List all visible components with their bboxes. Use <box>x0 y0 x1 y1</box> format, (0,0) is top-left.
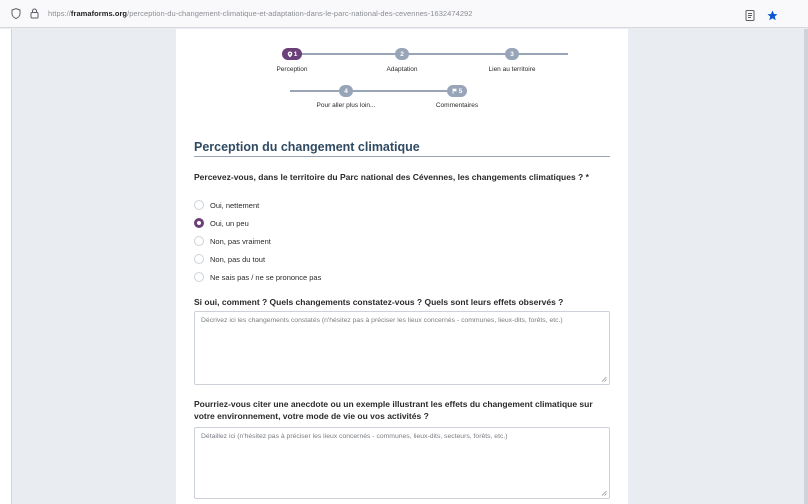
textarea-placeholder: Décrivez ici les changements constatés (… <box>201 317 563 324</box>
question-2-label: Si oui, comment ? Quels changements cons… <box>194 297 564 307</box>
question-1-label: Percevez-vous, dans le territoire du Par… <box>194 172 589 182</box>
resize-grip-icon[interactable] <box>601 490 607 496</box>
radio-option-5[interactable]: Ne sais pas / ne se prononce pas <box>194 272 321 282</box>
left-panel-edge <box>0 29 12 504</box>
step-5-label[interactable]: Commentaires <box>436 102 478 109</box>
browser-url-bar[interactable]: https://framaforms.org/perception-du-cha… <box>0 0 808 28</box>
step-2-badge[interactable]: 2 <box>395 48 409 60</box>
step-2-number: 2 <box>400 50 404 58</box>
textarea-placeholder: Détaillez ici (n'hésitez pas à préciser … <box>201 433 508 440</box>
shield-icon[interactable] <box>10 8 22 20</box>
radio-button[interactable] <box>194 272 204 282</box>
step-5-badge[interactable]: 5 <box>447 85 467 97</box>
radio-button[interactable] <box>194 200 204 210</box>
url-prefix: https:// <box>48 9 71 18</box>
radio-option-1[interactable]: Oui, nettement <box>194 200 259 210</box>
url-text[interactable]: https://framaforms.org/perception-du-cha… <box>48 9 473 18</box>
step-4-label[interactable]: Pour aller plus loin... <box>317 102 376 109</box>
radio-label[interactable]: Non, pas vraiment <box>210 237 271 246</box>
reader-view-icon[interactable] <box>745 8 755 26</box>
radio-label[interactable]: Oui, nettement <box>210 201 259 210</box>
radio-option-2[interactable]: Oui, un peu <box>194 218 249 228</box>
step-4-number: 4 <box>344 87 348 95</box>
step-3-badge[interactable]: 3 <box>505 48 519 60</box>
radio-button-checked[interactable] <box>194 218 204 228</box>
step-3-label[interactable]: Lien au territoire <box>489 66 536 73</box>
lock-icon[interactable] <box>28 8 40 20</box>
step-4-badge[interactable]: 4 <box>339 85 353 97</box>
section-divider <box>194 156 610 157</box>
url-path: /perception-du-changement-climatique-et-… <box>127 9 473 18</box>
bookmark-star-icon[interactable] <box>767 8 778 26</box>
radio-label[interactable]: Oui, un peu <box>210 219 249 228</box>
radio-button[interactable] <box>194 254 204 264</box>
radio-label[interactable]: Ne sais pas / ne se prononce pas <box>210 273 321 282</box>
step-3-number: 3 <box>510 50 514 58</box>
question-3-label: Pourriez-vous citer une anecdote ou un e… <box>194 399 593 421</box>
steps-line-row1 <box>296 53 568 55</box>
scrollbar-track[interactable] <box>804 29 808 504</box>
step-1-badge[interactable]: 1 <box>282 48 302 60</box>
step-2-label[interactable]: Adaptation <box>386 66 417 73</box>
url-domain: framaforms.org <box>70 9 128 18</box>
flag-icon <box>452 88 457 94</box>
step-1-label[interactable]: Perception <box>276 66 307 73</box>
map-pin-icon <box>287 51 292 57</box>
changes-textarea[interactable]: Décrivez ici les changements constatés (… <box>194 311 610 385</box>
resize-grip-icon[interactable] <box>601 376 607 382</box>
radio-option-3[interactable]: Non, pas vraiment <box>194 236 271 246</box>
step-1-number: 1 <box>293 50 298 58</box>
steps-line-row2 <box>290 90 462 92</box>
section-title: Perception du changement climatique <box>194 140 420 154</box>
anecdote-textarea[interactable]: Détaillez ici (n'hésitez pas à préciser … <box>194 427 610 499</box>
radio-label[interactable]: Non, pas du tout <box>210 255 265 264</box>
radio-option-4[interactable]: Non, pas du tout <box>194 254 265 264</box>
radio-button[interactable] <box>194 236 204 246</box>
step-5-number: 5 <box>458 87 463 95</box>
